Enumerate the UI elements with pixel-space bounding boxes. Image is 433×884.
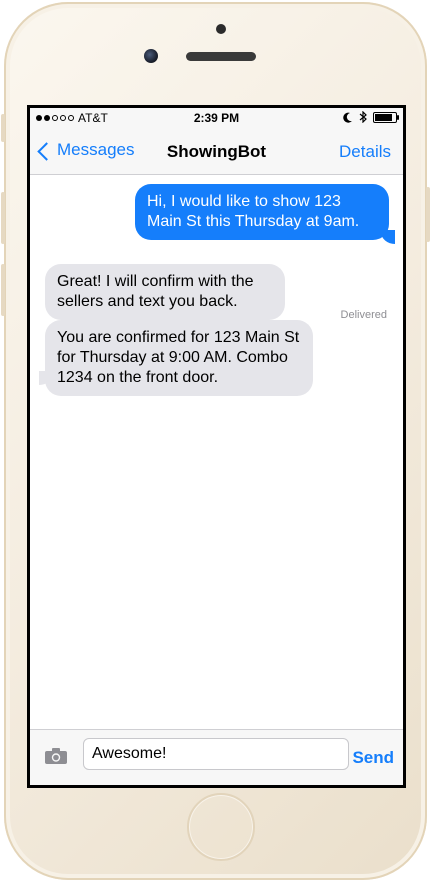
proximity-sensor [216, 24, 226, 34]
earpiece-speaker [186, 52, 256, 61]
send-button[interactable]: Send [352, 748, 394, 768]
home-button[interactable] [187, 793, 255, 861]
battery-icon [373, 111, 399, 123]
moon-icon [343, 112, 352, 123]
incoming-message-bubble[interactable]: You are confirmed for 123 Main St for Th… [45, 320, 313, 396]
message-input[interactable]: Awesome! [83, 738, 349, 770]
volume-up-button [1, 192, 5, 244]
incoming-message-bubble[interactable]: Great! I will confirm with the sellers a… [45, 264, 285, 320]
status-right [343, 111, 399, 123]
message-list[interactable]: Hi, I would like to show 123 Main St thi… [30, 175, 403, 730]
camera-icon[interactable] [44, 747, 68, 765]
message-composer: Awesome! Send [30, 729, 403, 785]
mute-switch [1, 114, 5, 142]
delivered-status: Delivered [340, 309, 387, 321]
messages-app: AT&T 2:39 PM Messages ShowingBot Details… [30, 108, 403, 785]
details-button[interactable]: Details [339, 142, 391, 162]
outgoing-message-bubble[interactable]: Hi, I would like to show 123 Main St thi… [135, 184, 389, 240]
power-button [426, 187, 430, 242]
bluetooth-icon [359, 111, 367, 123]
navigation-bar: Messages ShowingBot Details [30, 130, 403, 175]
front-camera [144, 49, 158, 63]
screen: AT&T 2:39 PM Messages ShowingBot Details… [27, 105, 406, 788]
volume-down-button [1, 264, 5, 316]
battery-level-fill [375, 113, 392, 121]
status-bar: AT&T 2:39 PM [30, 108, 403, 130]
